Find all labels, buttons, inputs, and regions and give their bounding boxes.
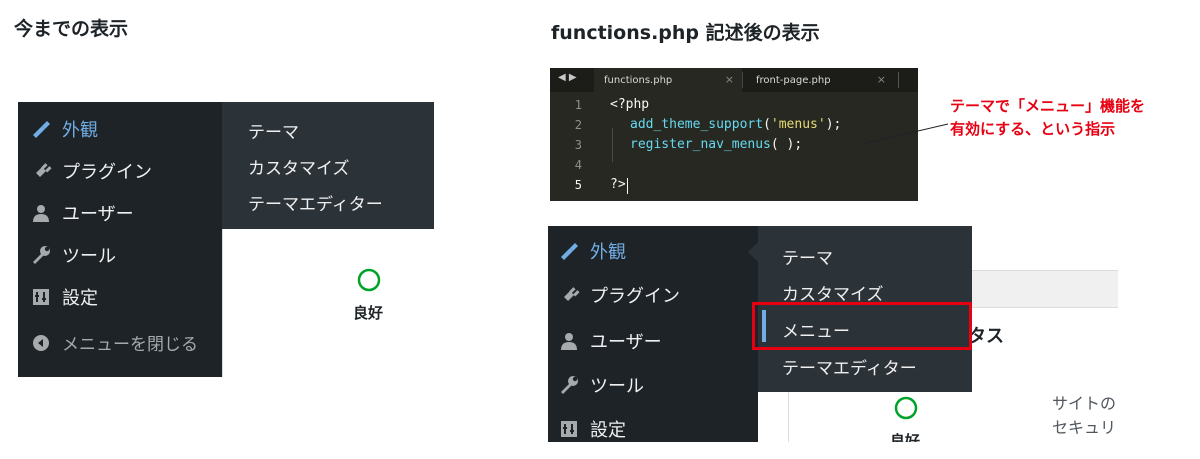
paintbrush-icon [558, 240, 580, 262]
code-punct: ); [825, 117, 842, 132]
code-function: register_nav_menus [630, 137, 771, 152]
left-heading: 今までの表示 [14, 18, 129, 40]
menu-label: 設定 [590, 420, 626, 441]
annotation-pointer [861, 123, 949, 145]
code-line-1[interactable]: <?php [610, 97, 649, 112]
code-function: add_theme_support [630, 117, 764, 132]
text-cursor [627, 178, 628, 194]
menu-item-appearance[interactable]: 外観 [30, 116, 98, 142]
code-line-5[interactable]: ?> [610, 177, 626, 192]
tab-functions-php[interactable]: functions.php × [594, 68, 742, 92]
tab-divider [898, 72, 899, 88]
menu-item-appearance[interactable]: 外観 [558, 238, 626, 264]
admin-menu: 外観 プラグイン ユーザー ツール 設定 メニューを閉じる [18, 102, 222, 377]
code-line-2[interactable]: add_theme_support('menus'); [630, 117, 841, 132]
menu-label: ツール [590, 376, 644, 397]
tab-nav-arrows[interactable]: ◀ ▶ [558, 72, 577, 83]
annotation-line-2: 有効にする、という指示 [950, 120, 1116, 138]
paintbrush-icon [30, 118, 52, 140]
menu-label: ユーザー [590, 332, 662, 353]
collapse-menu-button[interactable]: メニューを閉じる [30, 330, 198, 355]
tab-label: functions.php [604, 74, 673, 86]
submenu-item-theme-editor[interactable]: テーマエディター [248, 190, 383, 215]
highlight-box-menus [752, 302, 972, 350]
status-label: 良好 [353, 304, 384, 322]
line-number: 4 [574, 158, 582, 172]
line-number: 1 [574, 98, 582, 112]
menu-item-settings[interactable]: 設定 [558, 416, 626, 442]
code-string: 'menus' [770, 117, 826, 132]
settings-icon [558, 418, 580, 440]
menu-item-tools[interactable]: ツール [30, 242, 116, 268]
menu-item-plugins[interactable]: プラグイン [30, 158, 152, 184]
widget-title: タス [968, 326, 1004, 347]
widget-text-line: サイトの [1052, 394, 1117, 413]
submenu-item-theme-editor[interactable]: テーマエディター [782, 354, 917, 379]
line-gutter: 1 2 3 4 5 [550, 92, 592, 201]
line-number-current: 5 [574, 178, 582, 192]
tab-label: front-page.php [756, 74, 831, 86]
close-icon[interactable]: × [877, 73, 886, 86]
menu-item-tools[interactable]: ツール [558, 372, 644, 398]
submenu-item-themes[interactable]: テーマ [782, 244, 833, 269]
widget-text-line: セキュリ [1052, 418, 1117, 437]
wrench-icon [30, 244, 52, 266]
code-line-3[interactable]: register_nav_menus( ); [630, 137, 802, 152]
submenu-item-customize[interactable]: カスタマイズ [248, 154, 350, 179]
tab-front-page-php[interactable]: front-page.php × [746, 68, 894, 92]
appearance-submenu: テーマ カスタマイズ テーマエディター [222, 102, 434, 229]
indent-guide [612, 128, 613, 162]
code-punct: ( [763, 117, 771, 132]
status-circle-icon [894, 396, 918, 420]
menu-item-users[interactable]: ユーザー [30, 200, 134, 226]
annotation-line-1: テーマで「メニュー」機能を [950, 97, 1146, 115]
menu-label: プラグイン [62, 162, 152, 183]
line-number: 3 [574, 138, 582, 152]
menu-label: ユーザー [62, 204, 134, 225]
editor-tabbar: ◀ ▶ functions.php × front-page.php × [550, 68, 918, 92]
menu-label: 設定 [62, 288, 98, 309]
plugin-icon [30, 160, 52, 182]
status-circle-icon [357, 268, 381, 292]
status-label: 良好 [890, 432, 921, 442]
code-punct: ( ); [770, 137, 803, 152]
user-icon [558, 330, 580, 352]
right-heading: functions.php 記述後の表示 [551, 22, 820, 44]
menu-label: 外観 [590, 242, 626, 263]
menu-label: メニューを閉じる [62, 335, 198, 355]
close-icon[interactable]: × [725, 73, 734, 86]
admin-menu-after: 外観 プラグイン ユーザー ツール 設定 [548, 226, 758, 442]
menu-item-users[interactable]: ユーザー [558, 328, 662, 354]
menu-label: ツール [62, 246, 116, 267]
plugin-icon [558, 284, 580, 306]
menu-item-settings[interactable]: 設定 [30, 284, 98, 310]
collapse-arrow-icon [30, 332, 52, 354]
wrench-icon [558, 374, 580, 396]
menu-label: プラグイン [590, 286, 680, 307]
line-number: 2 [574, 118, 582, 132]
submenu-item-themes[interactable]: テーマ [248, 118, 299, 143]
submenu-pointer [748, 242, 758, 262]
settings-icon [30, 286, 52, 308]
user-icon [30, 202, 52, 224]
menu-item-plugins[interactable]: プラグイン [558, 282, 680, 308]
menu-label: 外観 [62, 120, 98, 141]
tab-divider [742, 72, 743, 88]
